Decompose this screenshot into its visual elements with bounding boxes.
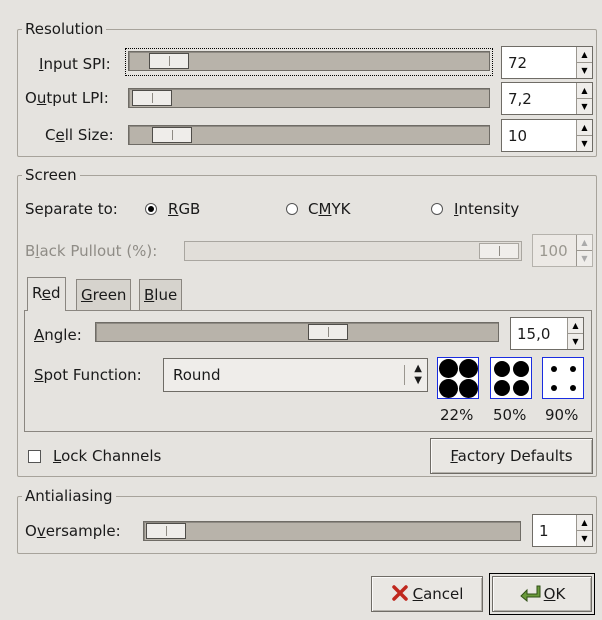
black-pullout-slider-thumb [479, 243, 519, 259]
spin-up-arrow-icon: ▲ [577, 235, 592, 251]
ok-button[interactable]: OK [489, 573, 595, 615]
spin-down-arrow-icon[interactable]: ▼ [568, 334, 583, 350]
oversample-slider-thumb[interactable] [146, 523, 186, 539]
lock-channels-checkbox[interactable] [28, 450, 41, 463]
oversample-slider[interactable] [143, 521, 521, 541]
cancel-icon [391, 585, 408, 601]
tab-green[interactable]: Green [76, 279, 132, 311]
oversample-spin[interactable]: 1 ▲ ▼ [532, 514, 593, 547]
black-pullout-label: Black Pullout (%): [25, 242, 158, 260]
input-spi-slider[interactable] [128, 51, 490, 71]
angle-value[interactable]: 15,0 [517, 324, 550, 344]
output-lpi-label: Output LPI: [25, 89, 109, 107]
output-lpi-spin[interactable]: 7,2 ▲ ▼ [501, 82, 593, 115]
radio-rgb[interactable] [145, 203, 157, 215]
cell-size-label: Cell Size: [45, 126, 114, 144]
input-spi-value[interactable]: 72 [508, 53, 527, 73]
spot-function-combo[interactable]: Round ▲ ▼ [163, 358, 428, 392]
tab-red[interactable]: Red [27, 277, 66, 311]
angle-slider[interactable] [95, 322, 499, 342]
tab-blue[interactable]: Blue [139, 279, 183, 311]
input-spi-spin[interactable]: 72 ▲ ▼ [501, 46, 593, 79]
antialiasing-title: Antialiasing [22, 486, 116, 506]
preview-22-label: 22% [440, 406, 474, 424]
ok-arrow-icon [519, 585, 541, 603]
cell-size-value[interactable]: 10 [508, 126, 527, 146]
spot-function-label: Spot Function: [34, 366, 142, 384]
cell-size-spin[interactable]: 10 ▲ ▼ [501, 119, 593, 152]
resolution-title: Resolution [22, 19, 107, 39]
spot-function-value[interactable]: Round [173, 365, 220, 385]
output-lpi-slider-thumb[interactable] [132, 90, 172, 106]
oversample-value[interactable]: 1 [539, 521, 549, 541]
black-pullout-slider [184, 241, 522, 261]
spin-down-arrow-icon[interactable]: ▼ [577, 136, 592, 152]
cell-size-slider-thumb[interactable] [152, 127, 192, 143]
radio-cmyk[interactable] [286, 203, 298, 215]
spin-up-arrow-icon[interactable]: ▲ [577, 47, 592, 63]
spin-up-arrow-icon[interactable]: ▲ [568, 318, 583, 334]
combo-arrows-icon[interactable]: ▲ ▼ [414, 363, 422, 387]
separate-to-label: Separate to: [25, 200, 118, 218]
output-lpi-slider[interactable] [128, 88, 490, 108]
output-lpi-value[interactable]: 7,2 [508, 89, 532, 109]
spin-up-arrow-icon[interactable]: ▲ [577, 120, 592, 136]
preview-22-icon [437, 357, 479, 399]
angle-spin[interactable]: 15,0 ▲ ▼ [510, 317, 584, 350]
spin-up-arrow-icon[interactable]: ▲ [577, 515, 592, 531]
radio-cmyk-label[interactable]: CMYK [308, 199, 350, 219]
radio-rgb-label[interactable]: RGB [168, 199, 200, 219]
spin-down-arrow-icon[interactable]: ▼ [577, 99, 592, 115]
preview-90-label: 90% [545, 406, 579, 424]
screen-title: Screen [22, 165, 80, 185]
black-pullout-spin: 100 ▲ ▼ [532, 234, 593, 267]
preview-50-icon [490, 357, 532, 399]
cancel-button[interactable]: Cancel [371, 576, 483, 612]
preview-90-icon [542, 357, 584, 399]
factory-defaults-button[interactable]: Factory Defaults [430, 438, 593, 474]
lock-channels-label[interactable]: Lock Channels [53, 446, 161, 466]
spin-up-arrow-icon[interactable]: ▲ [577, 83, 592, 99]
black-pullout-value: 100 [539, 242, 568, 260]
angle-slider-thumb[interactable] [308, 324, 348, 340]
input-spi-label: Input SPI: [39, 55, 111, 73]
input-spi-slider-thumb[interactable] [149, 53, 189, 69]
spin-down-arrow-icon[interactable]: ▼ [577, 63, 592, 79]
cell-size-slider[interactable] [128, 125, 490, 145]
radio-intensity[interactable] [431, 203, 443, 215]
oversample-label: Oversample: [25, 522, 121, 540]
radio-intensity-label[interactable]: Intensity [454, 199, 519, 219]
spin-down-arrow-icon[interactable]: ▼ [577, 531, 592, 547]
spin-down-arrow-icon: ▼ [581, 253, 588, 263]
angle-label: Angle: [34, 326, 82, 344]
preview-50-label: 50% [493, 406, 527, 424]
